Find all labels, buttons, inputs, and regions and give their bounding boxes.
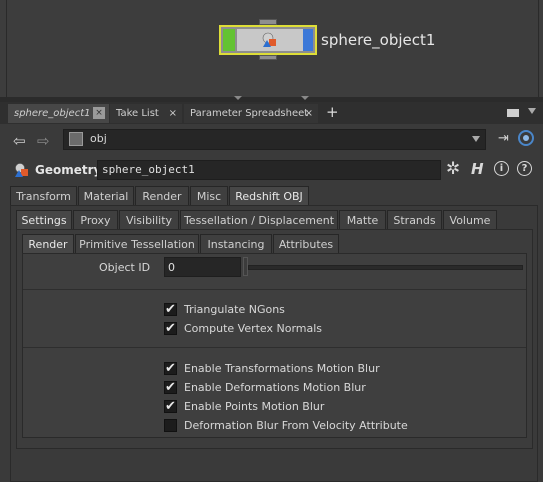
path-dropdown-icon[interactable] [472,136,480,142]
node-body[interactable] [237,29,303,51]
pane-tab-close-icon[interactable]: × [93,107,105,119]
node-output-connector[interactable] [259,55,277,60]
network-right-border [538,0,539,97]
pane-tab-label: Take List [116,108,159,119]
operator-type-label: Geometry [35,163,102,177]
checkmark-icon: ✔ [165,321,176,336]
node-render-flag[interactable] [303,29,313,51]
network-path-value: obj [90,132,107,145]
link-group-icon[interactable] [518,130,534,146]
tab-proxy[interactable]: Proxy [73,210,118,229]
checkmark-icon: ✔ [165,361,176,376]
tab-render[interactable]: Render [135,186,189,205]
object-id-slider-track[interactable] [248,265,523,270]
pane-menu-icon[interactable] [507,109,519,117]
tab-volume[interactable]: Volume [443,210,497,229]
geometry-node-icon [262,32,276,47]
geometry-type-icon [15,163,28,177]
geometry-node[interactable] [219,25,317,55]
object-id-value: 0 [168,261,175,274]
tab-matte[interactable]: Matte [339,210,386,229]
help-question-icon[interactable]: ? [517,161,532,176]
network-left-border [6,0,7,97]
pin-icon[interactable]: ⇥ [498,131,509,146]
tab-settings[interactable]: Settings [16,210,72,229]
tab-strands[interactable]: Strands [387,210,442,229]
pane-tab-close-icon[interactable]: × [169,104,177,123]
tab-redshift-obj[interactable]: Redshift OBJ [229,186,309,205]
tab-misc[interactable]: Misc [190,186,228,205]
operator-name-value: sphere_object1 [102,163,195,176]
pane-tab-take-list[interactable]: Take List × [110,104,182,123]
forward-arrow-icon[interactable]: ⇨ [37,132,50,150]
divider-arrow-right-icon[interactable] [301,96,309,100]
houdini-help-icon[interactable]: H [471,160,484,178]
triangulate-ngons-label: Triangulate NGons [184,303,285,316]
gear-icon[interactable]: ✲ [446,159,460,179]
tab-visibility[interactable]: Visibility [119,210,179,229]
obj-context-icon [69,132,83,146]
object-id-label: Object ID [99,261,151,274]
separator [23,347,526,348]
tab-primitive-tessellation[interactable]: Primitive Tessellation [75,234,199,253]
pane-dropdown-icon[interactable] [528,108,536,114]
tab-render-sub[interactable]: Render [22,234,74,253]
transformations-motion-blur-label: Enable Transformations Motion Blur [184,362,380,375]
divider-arrow-left-icon[interactable] [234,96,242,100]
tab-tessellation-displacement[interactable]: Tessellation / Displacement [180,210,338,229]
pane-tab-parameters[interactable]: sphere_object1 × [8,104,109,123]
info-icon[interactable]: i [494,161,509,176]
checkmark-icon: ✔ [165,399,176,414]
object-id-slider-handle[interactable] [243,257,248,276]
points-motion-blur-label: Enable Points Motion Blur [184,400,325,413]
network-path-field[interactable] [63,129,486,150]
node-name-label: sphere_object1 [321,31,436,49]
checkmark-icon: ✔ [165,380,176,395]
back-arrow-icon[interactable]: ⇦ [13,132,26,150]
checkmark-icon: ✔ [165,302,176,317]
compute-vertex-normals-label: Compute Vertex Normals [184,322,323,335]
deformation-blur-velocity-checkbox[interactable] [164,419,177,432]
tab-attributes[interactable]: Attributes [273,234,339,253]
tab-material[interactable]: Material [78,186,134,205]
pane-tab-label: Parameter Spreadsheet [190,108,309,119]
separator [23,289,526,290]
pane-tab-close-icon[interactable]: × [305,104,313,123]
deformations-motion-blur-label: Enable Deformations Motion Blur [184,381,366,394]
node-display-flag[interactable] [223,29,235,51]
tab-instancing[interactable]: Instancing [200,234,272,253]
pane-tab-parameter-spreadsheet[interactable]: Parameter Spreadsheet × [184,104,318,123]
deformation-blur-velocity-label: Deformation Blur From Velocity Attribute [184,419,408,432]
tab-transform[interactable]: Transform [10,186,77,205]
add-pane-tab-button[interactable]: + [326,103,339,121]
pane-tab-label: sphere_object1 [14,108,91,119]
object-id-field[interactable] [164,257,241,277]
